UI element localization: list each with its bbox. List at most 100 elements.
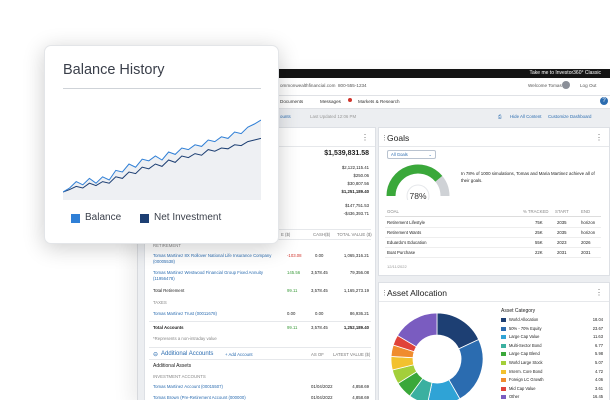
legend-row: Mid Cap Value 3.61 — [501, 386, 607, 393]
value-cell: 4,858.69 — [352, 384, 369, 389]
print-icon[interactable]: ⎙ — [498, 114, 502, 119]
legend-swatch — [501, 352, 506, 357]
goals-filter-select[interactable]: All Goals ⌄ — [387, 150, 436, 159]
amount: $30,807.56 — [347, 181, 369, 186]
account-link[interactable]: Tomas Martinez Trust (00011678) — [153, 311, 217, 316]
welcome-text: Welcome Tomas — [528, 83, 562, 88]
legend-label: Large Cap Value — [509, 334, 540, 340]
goal-name: Eduardo's Education — [387, 240, 427, 245]
column-header: CASH($) — [313, 232, 331, 237]
change-value: 99.11 — [287, 288, 298, 293]
amount: $147,751.53 — [345, 203, 369, 208]
accounts-dropdown[interactable]: ounts — [280, 114, 291, 119]
legend-value: 23.67 — [592, 325, 603, 331]
legend-row: World Large Stock 5.07 — [501, 360, 607, 367]
legend-value: 3.61 — [595, 385, 603, 391]
avatar[interactable] — [562, 81, 570, 89]
balance-chart — [63, 119, 261, 200]
column-header: GOAL — [387, 209, 399, 214]
section-label: INVESTMENT ACCOUNTS — [153, 374, 206, 379]
table-row: Retirement Lifestyle 75K 2035 horizon — [385, 219, 601, 228]
amount: $250.06 — [353, 173, 369, 178]
legend-row: World Allocation 18.04 — [501, 317, 607, 324]
legend-label: Foreign LC Growth — [509, 377, 544, 383]
expand-icon[interactable]: ⊖ — [153, 351, 158, 358]
net-investment-legend-label: Net Investment — [154, 212, 222, 223]
legend-value: 18.04 — [592, 317, 603, 322]
legend-label: Interm. Core Bond — [509, 368, 543, 374]
kebab-icon[interactable]: ⋮ — [595, 288, 603, 297]
balance-legend-label: Balance — [85, 212, 122, 223]
goals-filter-value: All Goals — [391, 152, 408, 157]
total-value: $1,539,831.58 — [324, 150, 369, 157]
hide-all-link[interactable]: Hide All Content — [510, 114, 541, 119]
kebab-icon[interactable]: ⋮ — [361, 133, 369, 142]
site-email[interactable]: ommonwealthfinancial.com — [280, 83, 335, 88]
legend-row: Foreign LC Growth 4.06 — [501, 377, 607, 384]
legend-value: 4.72 — [595, 368, 603, 374]
column-header: END — [581, 209, 591, 214]
legend-swatch — [501, 361, 506, 365]
goal-end: horizon — [581, 220, 596, 225]
legend-swatch — [501, 369, 506, 374]
goals-title: Goals — [387, 133, 410, 143]
chevron-down-icon: ⌄ — [428, 152, 432, 157]
amount: $1,251,189.40 — [341, 189, 369, 194]
goal-start: 2035 — [557, 220, 567, 225]
account-link[interactable]: Tomas Martinez 8X Rollover National Life… — [153, 253, 273, 264]
section-label: TAXES — [153, 300, 167, 305]
goal-gauge: 78% — [386, 164, 450, 200]
help-icon[interactable]: ? — [600, 97, 608, 105]
total-value-cell: 1,252,189.40 — [343, 325, 369, 330]
net-investment-swatch — [140, 214, 149, 223]
nav-documents[interactable]: Documents — [280, 99, 303, 104]
change-value: -103.08 — [287, 253, 302, 258]
legend-row: Large Cap Blend 5.98 — [501, 351, 607, 358]
total-value-cell: 79,356.08 — [349, 270, 369, 275]
account-link[interactable]: Tomas Martinez Westwood Financial Group … — [153, 270, 273, 281]
goal-name: Retirement Wants — [387, 230, 422, 235]
column-header: TOTAL VALUE ($) — [337, 232, 372, 237]
nav-messages[interactable]: Messages — [320, 99, 341, 104]
total-value-cell: 86,936.21 — [349, 311, 369, 316]
legend-label: Other — [509, 394, 520, 400]
goal-amount: 22K — [535, 250, 543, 255]
account-link[interactable]: Tomas Brown (Pre-Retirement Account (000… — [153, 395, 246, 400]
legend-swatch — [501, 378, 506, 383]
column-header: E ($) — [281, 232, 291, 237]
column-header: % TRACKED — [523, 209, 549, 214]
logout-link[interactable]: Log Out — [580, 83, 596, 88]
goal-amount: 55K — [535, 240, 543, 245]
customize-link[interactable]: Customize Dashboard — [548, 114, 591, 119]
balance-history-title: Balance History — [63, 62, 165, 78]
cash-value: 0.00 — [315, 311, 324, 316]
total-value-cell: 1,065,316.21 — [343, 253, 369, 258]
goals-description: In 78% of 1000 simulations, Tomas and Ma… — [461, 171, 595, 183]
goal-end: 2031 — [581, 250, 591, 255]
add-account-button[interactable]: + Add Account — [225, 352, 253, 357]
column-header: AS OF — [311, 352, 324, 357]
goal-name: Retirement Lifestyle — [387, 220, 425, 225]
additional-accounts-title[interactable]: Additional Accounts — [161, 351, 213, 357]
goals-date: 12/11/2022 — [387, 264, 407, 269]
column-header: LATEST VALUE ($) — [333, 352, 371, 357]
goal-name: Boat Purchase — [387, 250, 416, 255]
goal-start: 2023 — [557, 240, 567, 245]
nav-markets[interactable]: Markets & Research — [358, 99, 400, 104]
goal-amount: 25K — [535, 230, 543, 235]
account-link[interactable]: Tomas Martinez Account (00015507) — [153, 384, 223, 389]
subtotal-label: Total Retirement — [153, 288, 185, 293]
legend-swatch — [501, 386, 506, 391]
change-value: 0.00 — [287, 311, 296, 316]
classic-link[interactable]: Take me to Investor360° Classic — [530, 70, 601, 76]
kebab-icon[interactable]: ⋮ — [595, 133, 603, 142]
legend-label: Large Cap Blend — [509, 351, 540, 357]
date-cell: 01/04/2022 — [311, 384, 333, 389]
gauge-percent: 78% — [409, 191, 426, 200]
date-cell: 01/04/2022 — [311, 395, 333, 400]
allocation-donut — [390, 312, 484, 400]
allocation-title: Asset Allocation — [387, 288, 448, 298]
cash-value: 0.00 — [315, 253, 324, 258]
legend-swatch — [501, 326, 506, 331]
legend-row: Interm. Core Bond 4.72 — [501, 369, 607, 376]
